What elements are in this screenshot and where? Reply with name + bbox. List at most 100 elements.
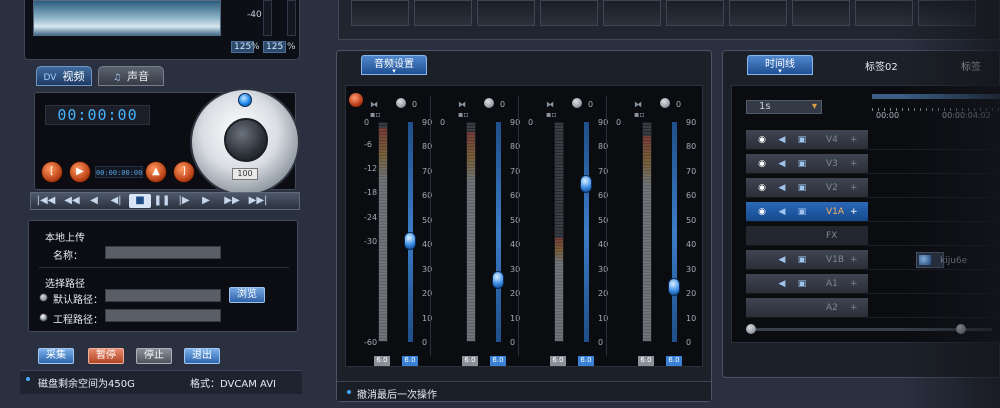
play-to-button[interactable]: ▶ — [69, 161, 91, 183]
jog-dial[interactable]: 100 — [190, 88, 300, 196]
mute-icon[interactable]: ⧓ — [634, 100, 642, 109]
lock-icon[interactable]: ▣ — [796, 134, 808, 146]
thumbnail-slot[interactable] — [351, 0, 409, 26]
pause-capture-button[interactable]: 暂停 — [88, 348, 124, 364]
track-lane[interactable] — [868, 130, 1000, 150]
lock-icon[interactable]: ▣ — [796, 206, 808, 218]
fader-gain-value[interactable]: 6.0 — [666, 356, 682, 366]
timeline-ruler[interactable]: 00:00 00:00:04:02 — [872, 94, 1000, 120]
add-track-icon[interactable]: + — [850, 183, 858, 193]
fader-gain-value[interactable]: 6.0 — [490, 356, 506, 366]
scroll-thumb[interactable] — [956, 324, 966, 334]
add-track-icon[interactable]: + — [850, 207, 858, 217]
project-path-input[interactable] — [105, 309, 221, 322]
track-lane[interactable] — [868, 250, 1000, 270]
track-lane[interactable] — [868, 298, 1000, 318]
add-track-icon[interactable]: + — [850, 255, 858, 265]
volume-fader-track[interactable] — [584, 122, 589, 342]
timeline-scrollbar[interactable] — [746, 322, 1000, 336]
fader-gain-value[interactable]: 6.0 — [578, 356, 594, 366]
track-lane[interactable] — [868, 274, 1000, 294]
volume-fader-track[interactable] — [496, 122, 501, 342]
pan-knob[interactable] — [484, 98, 494, 108]
tab-audio-settings[interactable]: 音频设置 — [361, 55, 427, 75]
add-track-icon[interactable]: + — [850, 303, 858, 313]
zoom-right-value[interactable]: 125 — [263, 41, 287, 53]
stop-capture-button[interactable]: 停止 — [136, 348, 172, 364]
volume-fader-knob[interactable] — [404, 231, 416, 250]
mute-icon[interactable]: ⧓ — [370, 100, 378, 109]
track-lane[interactable] — [868, 178, 1000, 198]
track-header-v4[interactable]: ◉ ◀ ▣ V4 + — [746, 130, 868, 150]
scroll-left-knob[interactable] — [746, 324, 756, 334]
rewind-button[interactable]: ◀◀ — [61, 194, 83, 208]
track-header-fx[interactable]: FX — [746, 226, 868, 246]
thumbnail-slot[interactable] — [792, 0, 850, 26]
speaker-icon[interactable]: ◀ — [776, 134, 788, 146]
thumbnail-slot[interactable] — [477, 0, 535, 26]
capture-button[interactable]: 采集 — [38, 348, 74, 364]
lock-icon[interactable]: ▣ — [796, 254, 808, 266]
mark-out-button[interactable]: ] — [173, 161, 195, 183]
thumbnail-slot[interactable] — [855, 0, 913, 26]
tab-timeline[interactable]: 时间线 — [747, 55, 813, 75]
speaker-icon[interactable]: ◀ — [776, 206, 788, 218]
track-header-v3[interactable]: ◉ ◀ ▣ V3 + — [746, 154, 868, 174]
tab-video[interactable]: DV 视频 — [36, 66, 92, 86]
track-lane[interactable] — [868, 154, 1000, 174]
project-path-radio[interactable] — [39, 313, 48, 322]
eye-icon[interactable]: ◉ — [756, 182, 768, 194]
speaker-icon[interactable]: ◀ — [776, 182, 788, 194]
thumbnail-slot[interactable] — [414, 0, 472, 26]
pan-knob[interactable] — [396, 98, 406, 108]
first-frame-button[interactable]: |◀◀ — [35, 194, 57, 208]
track-header-v1b[interactable]: ◀ ▣ V1B + — [746, 250, 868, 270]
fast-forward-button[interactable]: ▶▶ — [221, 194, 243, 208]
lock-icon[interactable]: ▣ — [796, 158, 808, 170]
track-header-a1[interactable]: ◀ ▣ A1 + — [746, 274, 868, 294]
exit-button[interactable]: 退出 — [184, 348, 220, 364]
stop-button[interactable]: ■ — [129, 194, 151, 208]
thumbnail-slot[interactable] — [729, 0, 787, 26]
prev-frame-button[interactable]: ◀| — [105, 194, 127, 208]
volume-fader-track[interactable] — [672, 122, 677, 342]
tab-label-02[interactable]: 标签02 — [865, 58, 898, 73]
play-button[interactable]: ▶ — [195, 194, 217, 208]
next-frame-button[interactable]: |▶ — [173, 194, 195, 208]
track-lane[interactable] — [868, 202, 1000, 222]
thumbnail-slot[interactable] — [603, 0, 661, 26]
pan-knob[interactable] — [572, 98, 582, 108]
jog-knob[interactable] — [224, 118, 268, 162]
lock-icon[interactable]: ▣ — [796, 182, 808, 194]
mute-icon[interactable]: ⧓ — [458, 100, 466, 109]
thumbnail-slot[interactable] — [666, 0, 724, 26]
volume-fader-knob[interactable] — [580, 174, 592, 193]
record-button[interactable] — [349, 93, 363, 107]
add-track-icon[interactable]: + — [850, 159, 858, 169]
timeline-zoom-select[interactable]: 1s — [746, 100, 822, 114]
browse-button[interactable]: 浏览 — [229, 287, 265, 303]
add-track-icon[interactable]: + — [850, 135, 858, 145]
mute-icon[interactable]: ⧓ — [546, 100, 554, 109]
pan-knob[interactable] — [660, 98, 670, 108]
add-track-icon[interactable]: + — [850, 279, 858, 289]
name-input[interactable] — [105, 246, 221, 259]
speaker-icon[interactable]: ◀ — [776, 254, 788, 266]
eject-button[interactable]: ▲ — [145, 161, 167, 183]
default-path-radio[interactable] — [39, 293, 48, 302]
mark-in-button[interactable]: [ — [41, 161, 63, 183]
track-lane[interactable] — [868, 226, 1000, 246]
thumbnail-slot[interactable] — [918, 0, 976, 26]
default-path-input[interactable] — [105, 289, 221, 302]
volume-fader-knob[interactable] — [492, 271, 504, 290]
thumbnail-slot[interactable] — [540, 0, 598, 26]
last-frame-button[interactable]: ▶▶| — [247, 194, 269, 208]
eye-icon[interactable]: ◉ — [756, 134, 768, 146]
speaker-icon[interactable]: ◀ — [776, 278, 788, 290]
fader-gain-value[interactable]: 6.0 — [402, 356, 418, 366]
speaker-icon[interactable]: ◀ — [776, 158, 788, 170]
step-back-button[interactable]: ◀ — [83, 194, 105, 208]
pause-button[interactable]: ❚❚ — [151, 194, 173, 208]
track-header-v1a[interactable]: ◉ ◀ ▣ V1A + — [746, 202, 868, 222]
eye-icon[interactable]: ◉ — [756, 158, 768, 170]
